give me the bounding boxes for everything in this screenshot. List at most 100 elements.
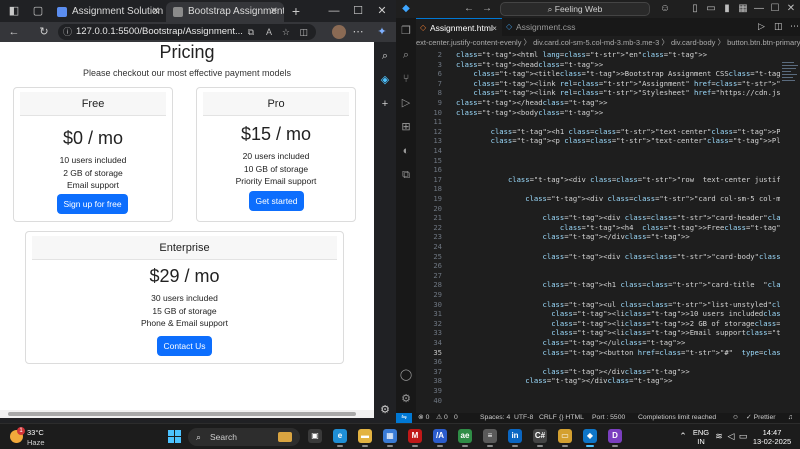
code-line[interactable]: 26	[416, 261, 780, 271]
encoding-status[interactable]: UTF-8	[514, 413, 533, 423]
source-control-icon[interactable]: ⑂	[399, 72, 413, 86]
customize-layout-icon[interactable]: ▦	[736, 2, 750, 16]
code-line[interactable]: 16	[416, 165, 780, 175]
code-line[interactable]: 30 class="t-tag"><ul class=class="t-str"…	[416, 300, 780, 310]
copilot-status[interactable]: Completions limit reached	[638, 413, 716, 423]
taskbar-app-folder-icon[interactable]: ▭	[558, 429, 572, 447]
search-icon[interactable]: ⌕	[377, 48, 393, 64]
code-line[interactable]: 19 class="t-tag"><div class=class="t-str…	[416, 194, 780, 204]
code-line[interactable]: 29	[416, 290, 780, 300]
wifi-icon[interactable]: ≋	[714, 431, 724, 441]
taskbar-app-file-explorer-icon[interactable]: ▬	[358, 429, 372, 447]
split-editor-icon[interactable]: ◫	[774, 21, 783, 32]
code-line[interactable]: 22 class="t-tag"><h4 class="t-tag">>Free…	[416, 223, 780, 233]
close-tab-icon[interactable]: ✕	[152, 2, 160, 22]
copilot-icon[interactable]: ☺	[658, 2, 672, 16]
copy-icon[interactable]: ⧉	[399, 168, 413, 182]
copilot-icon[interactable]: ✦	[374, 24, 390, 40]
avatar[interactable]	[332, 25, 346, 39]
maximize-icon[interactable]: ☐	[346, 0, 370, 22]
settings-gear-icon[interactable]: ⚙	[377, 402, 393, 418]
live-server-port[interactable]: Port : 5500	[592, 413, 625, 423]
layout-editor-icon[interactable]: ▭	[704, 2, 718, 16]
nav-back-icon[interactable]: ←	[462, 2, 476, 16]
code-line[interactable]: 2 class="t-tag"><html lang=class="t-str">…	[416, 50, 780, 60]
run-icon[interactable]: ▷	[758, 21, 765, 32]
back-icon[interactable]: ←	[6, 24, 22, 40]
search-icon[interactable]: ⌕	[399, 48, 413, 62]
command-center-search[interactable]: ⌕ Feeling Web	[500, 2, 650, 16]
taskbar-app-geeksforgeeks-icon[interactable]: ae	[458, 429, 472, 447]
run-debug-icon[interactable]: ▷	[399, 96, 413, 110]
code-line[interactable]: 39	[416, 386, 780, 396]
address-bar[interactable]: ⓘ 127.0.0.1:5500/Bootstrap/Assignment...…	[58, 24, 316, 40]
code-line[interactable]: 35 class="t-tag"><button href=class="t-s…	[416, 348, 780, 358]
code-line[interactable]: 25 class="t-tag"><div class=class="t-str…	[416, 252, 780, 262]
code-line[interactable]: 13 class="t-tag"><p class=class="t-str">…	[416, 136, 780, 146]
tab-actions-icon[interactable]: ▢	[30, 3, 46, 19]
more-options-icon[interactable]: ⋯	[350, 24, 366, 40]
more-actions-icon[interactable]: ⋯	[790, 21, 799, 32]
code-line[interactable]: 9 class="t-tag"></headclass="t-tag">>	[416, 98, 780, 108]
maximize-icon[interactable]: ☐	[768, 2, 782, 16]
scrollbar-thumb[interactable]	[8, 412, 356, 416]
code-line[interactable]: 21 class="t-tag"><div class=class="t-str…	[416, 213, 780, 223]
code-line[interactable]: 18	[416, 184, 780, 194]
new-tab-icon[interactable]: +	[288, 3, 304, 19]
account-icon[interactable]: ◯	[399, 368, 413, 382]
layout-sidebar-icon[interactable]: ▮	[720, 2, 734, 16]
prettier-status[interactable]: ✓ Prettier	[746, 413, 776, 423]
site-info-icon[interactable]: ⓘ	[63, 24, 72, 40]
ports-count[interactable]: 0	[454, 413, 458, 423]
profile-icon[interactable]: ◧	[6, 3, 22, 19]
explorer-icon[interactable]: ❐	[399, 24, 413, 38]
code-line[interactable]: 15	[416, 156, 780, 166]
read-aloud-icon[interactable]: A	[266, 24, 272, 40]
code-line[interactable]: 17 class="t-tag"><div class=class="t-str…	[416, 175, 780, 185]
close-tab-icon[interactable]: ✕	[270, 2, 278, 22]
code-line[interactable]: 11	[416, 117, 780, 127]
input-language[interactable]: ENG IN	[690, 428, 712, 446]
close-window-icon[interactable]: ✕	[370, 0, 394, 22]
code-line[interactable]: 12 class="t-tag"><h1 class=class="t-str"…	[416, 127, 780, 137]
nav-forward-icon[interactable]: →	[480, 2, 494, 16]
tray-overflow-icon[interactable]: ⌃	[678, 431, 688, 441]
code-line[interactable]: 20	[416, 204, 780, 214]
code-line[interactable]: 14	[416, 146, 780, 156]
taskbar-app-app-blue-icon[interactable]: /A	[433, 429, 447, 447]
indentation-status[interactable]: Spaces: 4	[480, 413, 510, 423]
extensions-icon[interactable]: ⊞	[399, 120, 413, 134]
taskbar-app-edge-icon[interactable]: e	[333, 429, 347, 447]
minimize-icon[interactable]: —	[322, 0, 346, 22]
code-line[interactable]: 38 class="t-tag"></divclass="t-tag">>	[416, 376, 780, 386]
taskbar-app-vscode-icon[interactable]: ◆	[583, 429, 597, 447]
get-started-button[interactable]: Get started	[249, 191, 304, 211]
minimize-icon[interactable]: —	[752, 2, 766, 16]
taskbar-app-app-3-icon[interactable]: ≡	[483, 429, 497, 447]
tab-assignment-html[interactable]: ◇ Assignment.html ×	[416, 18, 502, 36]
taskbar-search[interactable]: ⌕ Search	[188, 428, 300, 446]
code-line[interactable]: 8 class="t-tag"><link rel=class="t-str">…	[416, 88, 780, 98]
close-tab-icon[interactable]: ×	[492, 19, 497, 37]
horizontal-scrollbar[interactable]	[0, 410, 374, 418]
code-line[interactable]: 36	[416, 357, 780, 367]
code-line[interactable]: 31 class="t-tag"><liclass="t-tag">>10 us…	[416, 309, 780, 319]
taskbar-app-app-c-icon[interactable]: C#	[533, 429, 547, 447]
code-line[interactable]: 10 class="t-tag"><bodyclass="t-tag">>	[416, 108, 780, 118]
remote-icon[interactable]: ⇋	[396, 413, 412, 423]
warnings-count[interactable]: ⚠ 0	[436, 413, 448, 423]
taskbar-app-visual-studio-icon[interactable]: D	[608, 429, 622, 447]
manage-gear-icon[interactable]: ⚙	[399, 392, 413, 406]
code-line[interactable]: 37 class="t-tag"></divclass="t-tag">>	[416, 367, 780, 377]
layout-panel-icon[interactable]: ▯	[688, 2, 702, 16]
code-line[interactable]: 34 class="t-tag"></ulclass="t-tag">>	[416, 338, 780, 348]
start-button[interactable]	[168, 430, 182, 444]
add-icon[interactable]: +	[377, 96, 393, 112]
sign-up-button[interactable]: Sign up for free	[57, 194, 128, 214]
notifications-bell-icon[interactable]: ♫	[788, 413, 793, 423]
code-line[interactable]: 24	[416, 242, 780, 252]
copilot-sidebar-icon[interactable]: ◈	[377, 72, 393, 88]
language-mode[interactable]: {} HTML	[559, 413, 584, 423]
contact-us-button[interactable]: Contact Us	[157, 336, 212, 356]
errors-count[interactable]: ⊗ 0	[418, 413, 429, 423]
